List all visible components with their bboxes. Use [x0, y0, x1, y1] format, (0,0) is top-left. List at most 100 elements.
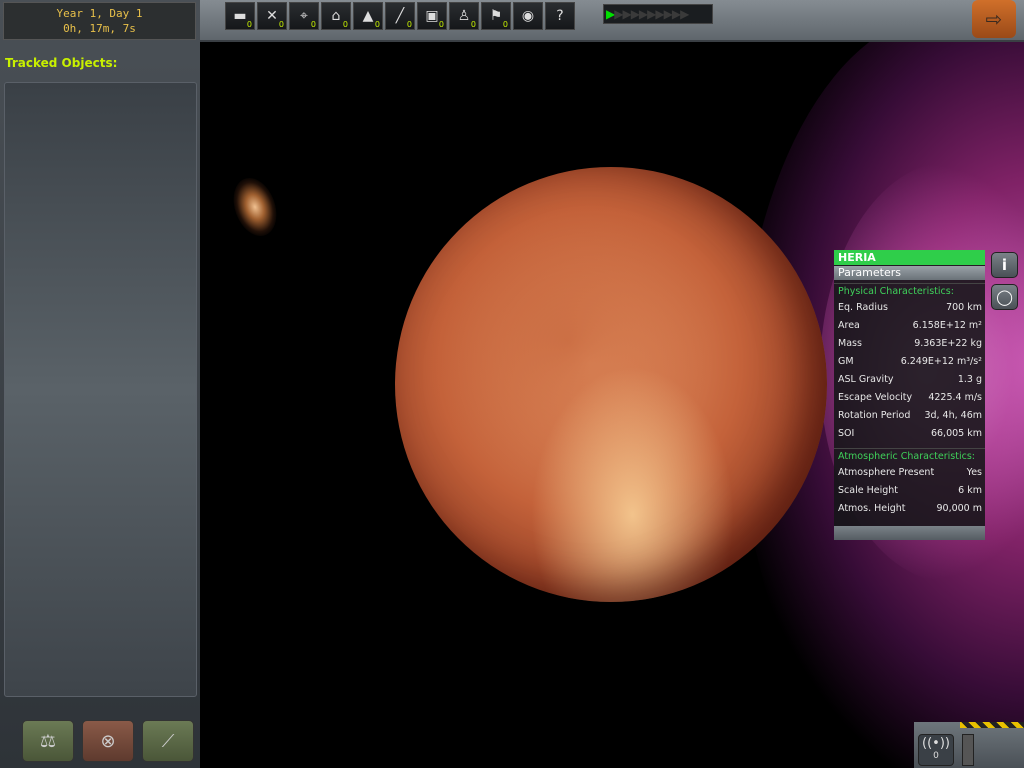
top-toolbar: ▬ 0 ✕ 0 ⌖ 0 ⌂ 0 ▲ 0 ╱ 0 ▣ 0 ♙ 0 ⚑ 0 ◉ ? ▶ ▶▶▶▶▶▶▶▶…	[200, 0, 1024, 42]
atmo-row: Scale Height 6 km	[834, 482, 985, 500]
orbit-toggle-button[interactable]: ◯	[991, 284, 1018, 310]
param-row: Rotation Period 3d, 4h, 46m	[834, 407, 985, 425]
body-name: HERIA	[834, 250, 985, 265]
atmo-value: 90,000 m	[936, 503, 982, 514]
param-label: ASL Gravity	[838, 374, 894, 385]
atmo-label: Scale Height	[838, 485, 898, 496]
landers-count: 0	[342, 20, 348, 29]
atmo-label: Atmos. Height	[838, 503, 906, 514]
probes-count: 0	[278, 20, 284, 29]
debris-count: 0	[246, 20, 252, 29]
bases-count: 0	[438, 20, 444, 29]
info-toggle-button[interactable]: i	[991, 252, 1018, 278]
exit-icon: ⇨	[985, 7, 1003, 31]
sidebar: Year 1, Day 1 0h, 17m, 7s Tracked Object…	[0, 0, 200, 768]
atmo-row: Atmos. Height 90,000 m	[834, 500, 985, 518]
panel-handle[interactable]	[962, 734, 974, 766]
atmosphere-heading: Atmospheric Characteristics:	[834, 448, 985, 464]
param-row: Mass 9.363E+22 kg	[834, 335, 985, 353]
param-row: SOI 66,005 km	[834, 425, 985, 443]
signal-icon: ((•))	[922, 736, 950, 751]
base-icon: ▣	[425, 8, 439, 24]
bases-filter-button[interactable]: ▣ 0	[417, 2, 447, 30]
panel-footer	[834, 526, 985, 540]
tracked-objects-list[interactable]	[4, 82, 197, 697]
atmo-value: Yes	[966, 467, 982, 478]
param-value: 4225.4 m/s	[928, 392, 982, 403]
param-value: 9.363E+22 kg	[914, 338, 982, 349]
help-button[interactable]: ?	[545, 2, 575, 30]
ships-filter-button[interactable]: ▲ 0	[353, 2, 383, 30]
space-objects-button[interactable]: ◉	[513, 2, 543, 30]
orbit-icon: ◯	[996, 288, 1013, 306]
recover-icon: ⟋	[161, 730, 175, 752]
lander-icon: ⌂	[331, 8, 341, 24]
info-icon: i	[1001, 256, 1008, 274]
param-label: Mass	[838, 338, 862, 349]
debris-filter-button[interactable]: ▬ 0	[225, 2, 255, 30]
eva-count: 0	[470, 20, 476, 29]
signal-count: 0	[933, 751, 939, 761]
fly-icon: ⚖	[39, 730, 57, 752]
planet-heria[interactable]	[395, 167, 827, 602]
atmo-label: Atmosphere Present	[838, 467, 935, 478]
signal-button[interactable]: ((•)) 0	[918, 734, 954, 766]
param-row: Eq. Radius 700 km	[834, 299, 985, 317]
probes-filter-button[interactable]: ✕ 0	[257, 2, 287, 30]
tab-parameters[interactable]: Parameters	[834, 266, 985, 280]
delete-button[interactable]: ⊗	[82, 720, 134, 762]
body-info-panel: HERIA Parameters Physical Characteristic…	[834, 250, 985, 540]
sidebar-actions: ⚖ ⊗ ⟋	[22, 720, 197, 762]
physical-heading: Physical Characteristics:	[834, 283, 985, 299]
param-row: Escape Velocity 4225.4 m/s	[834, 389, 985, 407]
param-value: 66,005 km	[930, 428, 982, 439]
exit-button[interactable]: ⇨	[972, 0, 1016, 38]
distant-galaxy	[225, 171, 285, 243]
stations-count: 0	[406, 20, 412, 29]
ships-count: 0	[374, 20, 380, 29]
tracked-objects-label: Tracked Objects:	[5, 56, 118, 70]
rovers-count: 0	[310, 20, 316, 29]
param-label: Eq. Radius	[838, 302, 888, 313]
ship-icon: ▲	[362, 8, 374, 24]
filter-icons: ▬ 0 ✕ 0 ⌖ 0 ⌂ 0 ▲ 0 ╱ 0 ▣ 0 ♙ 0 ⚑ 0 ◉ ?	[225, 2, 577, 32]
landers-filter-button[interactable]: ⌂ 0	[321, 2, 351, 30]
timewarp-active-arrow: ▶	[606, 7, 615, 21]
game-clock: Year 1, Day 1 0h, 17m, 7s	[3, 2, 196, 40]
param-row: ASL Gravity 1.3 g	[834, 371, 985, 389]
stations-filter-button[interactable]: ╱ 0	[385, 2, 415, 30]
eva-filter-button[interactable]: ♙ 0	[449, 2, 479, 30]
param-value: 3d, 4h, 46m	[924, 410, 982, 421]
param-label: SOI	[838, 428, 855, 439]
flags-filter-button[interactable]: ⚑ 0	[481, 2, 511, 30]
kerbal-icon: ♙	[457, 8, 471, 24]
recover-button[interactable]: ⟋	[142, 720, 194, 762]
param-value: 6.158E+12 m²	[912, 320, 982, 331]
clock-time: 0h, 17m, 7s	[63, 22, 136, 35]
clock-date: Year 1, Day 1	[56, 7, 143, 20]
param-label: Area	[838, 320, 860, 331]
time-warp-indicator[interactable]: ▶ ▶▶▶▶▶▶▶▶▶	[603, 4, 713, 24]
asteroid-icon: ◉	[521, 8, 535, 24]
atmo-row: Atmosphere Present Yes	[834, 464, 985, 482]
fly-button[interactable]: ⚖	[22, 720, 74, 762]
param-row: Area 6.158E+12 m²	[834, 317, 985, 335]
delete-icon: ⊗	[100, 730, 116, 752]
timewarp-inactive-arrows: ▶▶▶▶▶▶▶▶▶	[614, 7, 689, 21]
param-value: 1.3 g	[957, 374, 982, 385]
param-label: GM	[838, 356, 854, 367]
help-icon: ?	[556, 8, 564, 24]
hazard-stripe	[960, 722, 1024, 728]
param-value: 700 km	[946, 302, 982, 313]
param-value: 6.249E+12 m³/s²	[900, 356, 982, 367]
flag-icon: ⚑	[489, 8, 503, 24]
probe-icon: ✕	[266, 8, 278, 24]
debris-icon: ▬	[233, 8, 247, 24]
rover-icon: ⌖	[300, 8, 308, 24]
rovers-filter-button[interactable]: ⌖ 0	[289, 2, 319, 30]
param-row: GM 6.249E+12 m³/s²	[834, 353, 985, 371]
flags-count: 0	[502, 20, 508, 29]
param-label: Rotation Period	[838, 410, 911, 421]
station-icon: ╱	[395, 8, 405, 24]
param-label: Escape Velocity	[838, 392, 913, 403]
